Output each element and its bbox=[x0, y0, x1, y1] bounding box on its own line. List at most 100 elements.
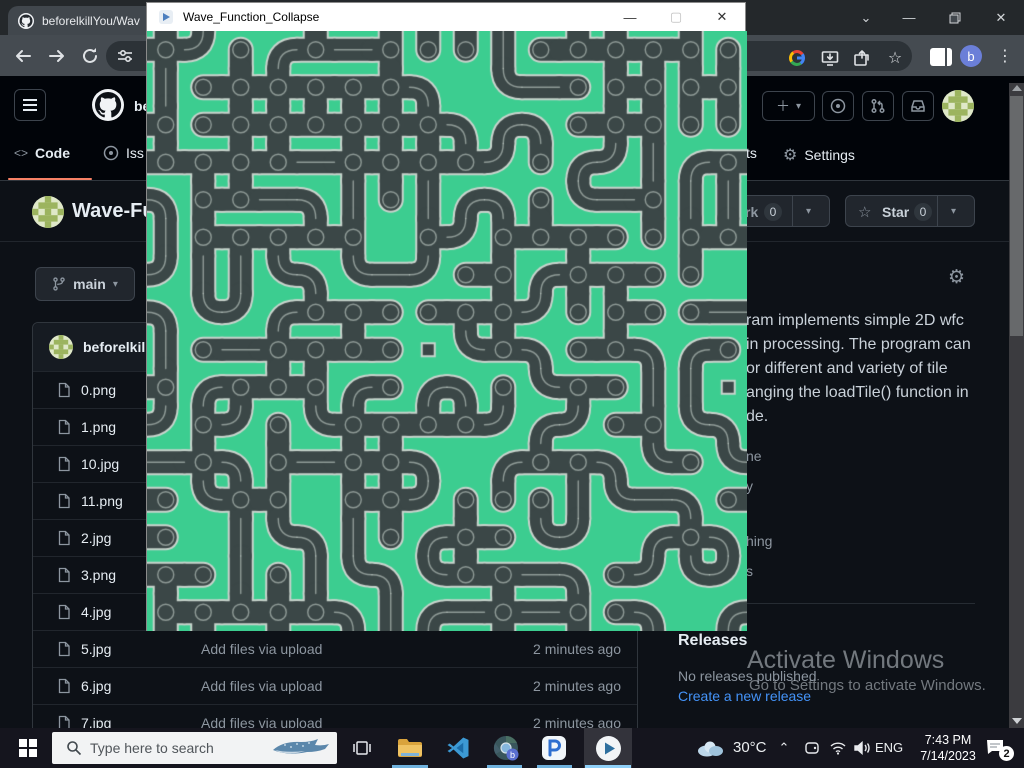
sidebar-link-fragment[interactable]: ne bbox=[746, 448, 762, 464]
tab-search-chevron-icon[interactable]: ⌄ bbox=[846, 0, 886, 35]
start-button[interactable] bbox=[10, 728, 46, 768]
page-title: Wave-Fu bbox=[72, 200, 155, 223]
whale-shark-image[interactable] bbox=[263, 734, 335, 762]
processing-button[interactable] bbox=[532, 728, 576, 768]
sidebar-link-fragment[interactable]: s bbox=[746, 563, 753, 579]
commit-author[interactable]: beforelkill bbox=[83, 339, 149, 355]
tab-code[interactable]: <> Code bbox=[14, 145, 70, 161]
plus-icon: ＋ bbox=[776, 96, 790, 116]
star-icon: ☆ bbox=[858, 203, 871, 221]
table-row[interactable]: 7.jpg Add files via upload 2 minutes ago bbox=[33, 704, 637, 728]
chrome-icon: b bbox=[493, 735, 520, 762]
file-name-link[interactable]: 6.jpg bbox=[81, 678, 201, 694]
file-icon bbox=[56, 715, 72, 728]
create-new-button[interactable]: ＋▾ bbox=[762, 91, 815, 121]
star-count: 0 bbox=[914, 203, 932, 221]
github-logo-icon[interactable] bbox=[92, 89, 124, 126]
scrollbar-thumb[interactable] bbox=[1010, 96, 1023, 336]
tray-device-icon[interactable] bbox=[798, 728, 826, 768]
search-icon bbox=[66, 740, 82, 756]
releases-heading[interactable]: Releases bbox=[678, 632, 747, 650]
processing-icon bbox=[541, 735, 567, 761]
user-avatar[interactable] bbox=[942, 90, 974, 127]
vscode-button[interactable] bbox=[436, 728, 480, 768]
wfc-close-button[interactable]: ✕ bbox=[699, 3, 745, 31]
pull-requests-icon-button[interactable] bbox=[862, 91, 894, 121]
page-scrollbar[interactable] bbox=[1009, 83, 1024, 728]
commit-author-avatar[interactable] bbox=[49, 335, 73, 359]
file-explorer-button[interactable] bbox=[388, 728, 432, 768]
tab-issues[interactable]: Iss bbox=[103, 145, 144, 161]
tab-title: beforelkillYou/Wav bbox=[42, 14, 140, 28]
file-name-link[interactable]: 5.jpg bbox=[81, 641, 201, 657]
about-gear-icon[interactable]: ⚙ bbox=[948, 266, 965, 289]
weather-button[interactable] bbox=[692, 728, 728, 768]
forward-button[interactable] bbox=[44, 43, 70, 69]
file-icon bbox=[56, 530, 72, 546]
tray-expand-chevron[interactable]: ⌃ bbox=[768, 728, 800, 768]
task-view-button[interactable] bbox=[340, 728, 384, 768]
wfc-maximize-button[interactable]: ▢ bbox=[653, 3, 699, 31]
commit-message-link[interactable]: Add files via upload bbox=[201, 678, 481, 694]
wfc-app-icon bbox=[159, 10, 173, 24]
browser-profile-avatar[interactable]: b bbox=[960, 45, 982, 67]
file-name-link[interactable]: 7.jpg bbox=[81, 715, 201, 728]
star-caret-icon[interactable]: ▾ bbox=[951, 206, 956, 217]
install-app-icon[interactable] bbox=[819, 47, 841, 69]
bookmark-star-icon[interactable]: ☆ bbox=[884, 47, 906, 69]
back-button[interactable] bbox=[10, 43, 36, 69]
taskbar-search-box[interactable]: Type here to search bbox=[52, 732, 337, 764]
site-settings-icon[interactable] bbox=[114, 45, 136, 67]
window-close-button[interactable]: ✕ bbox=[978, 0, 1024, 35]
star-label: Star bbox=[882, 204, 909, 220]
commit-message-link[interactable]: Add files via upload bbox=[201, 641, 481, 657]
star-button[interactable]: ☆ Star 0 ▾ bbox=[845, 195, 975, 227]
wfc-minimize-button[interactable]: — bbox=[607, 3, 653, 31]
chrome-button[interactable]: b bbox=[484, 728, 528, 768]
taskbar: Type here to search bbox=[0, 728, 1024, 768]
window-restore-button[interactable] bbox=[932, 0, 978, 35]
scrollbar-down-icon[interactable] bbox=[1012, 718, 1022, 724]
reload-button[interactable] bbox=[77, 43, 103, 69]
branch-selector[interactable]: main ▾ bbox=[35, 267, 135, 301]
table-row[interactable]: 5.jpg Add files via upload 2 minutes ago bbox=[33, 630, 637, 667]
language-indicator[interactable]: ENG bbox=[875, 740, 903, 755]
branch-icon bbox=[52, 277, 66, 291]
commit-message-link[interactable]: Add files via upload bbox=[201, 715, 481, 728]
vscode-icon bbox=[446, 736, 470, 760]
wfc-titlebar[interactable]: Wave_Function_Collapse — ▢ ✕ bbox=[147, 3, 745, 31]
volume-icon[interactable] bbox=[848, 728, 876, 768]
taskbar-clock[interactable]: 7:43 PM 7/14/2023 bbox=[908, 732, 988, 764]
github-favicon-icon bbox=[18, 13, 34, 29]
wfc-sketch-taskbar-button[interactable] bbox=[586, 728, 630, 768]
notification-center-button[interactable]: 2 bbox=[985, 737, 1005, 762]
file-icon bbox=[56, 641, 72, 657]
restore-icon bbox=[949, 12, 961, 24]
caret-down-icon: ▾ bbox=[796, 101, 801, 112]
commit-time: 2 minutes ago bbox=[481, 641, 637, 657]
inbox-icon-button[interactable] bbox=[902, 91, 934, 121]
share-icon[interactable] bbox=[851, 47, 873, 69]
tab-settings[interactable]: ⚙ Settings bbox=[783, 145, 855, 165]
scrollbar-up-icon[interactable] bbox=[1012, 85, 1022, 91]
table-row[interactable]: 6.jpg Add files via upload 2 minutes ago bbox=[33, 667, 637, 704]
code-icon: <> bbox=[14, 146, 28, 160]
google-icon[interactable] bbox=[786, 47, 808, 69]
active-tab-underline bbox=[8, 178, 92, 180]
tab-insights-fragment[interactable]: ts bbox=[746, 145, 757, 161]
fork-caret-icon[interactable]: ▾ bbox=[806, 206, 811, 217]
about-text-line: anging the loadTile() function in bbox=[746, 384, 969, 402]
tab-settings-label: Settings bbox=[804, 147, 855, 163]
activate-windows-watermark: Activate Windows bbox=[747, 646, 944, 675]
issues-icon-button[interactable] bbox=[822, 91, 854, 121]
sidebar-link-fragment[interactable]: hing bbox=[746, 533, 772, 549]
window-minimize-button[interactable]: — bbox=[886, 0, 932, 35]
wfc-app-window: Wave_Function_Collapse — ▢ ✕ bbox=[146, 2, 746, 631]
weather-temperature[interactable]: 30°C bbox=[733, 739, 767, 756]
browser-menu-icon[interactable]: ⋮ bbox=[995, 43, 1015, 69]
about-text-line: or different and variety of tile bbox=[746, 360, 948, 378]
side-panel-icon[interactable] bbox=[930, 48, 952, 66]
sidebar-link-fragment[interactable]: y bbox=[746, 478, 753, 494]
issue-icon bbox=[830, 98, 846, 114]
hamburger-menu-button[interactable] bbox=[14, 89, 46, 121]
